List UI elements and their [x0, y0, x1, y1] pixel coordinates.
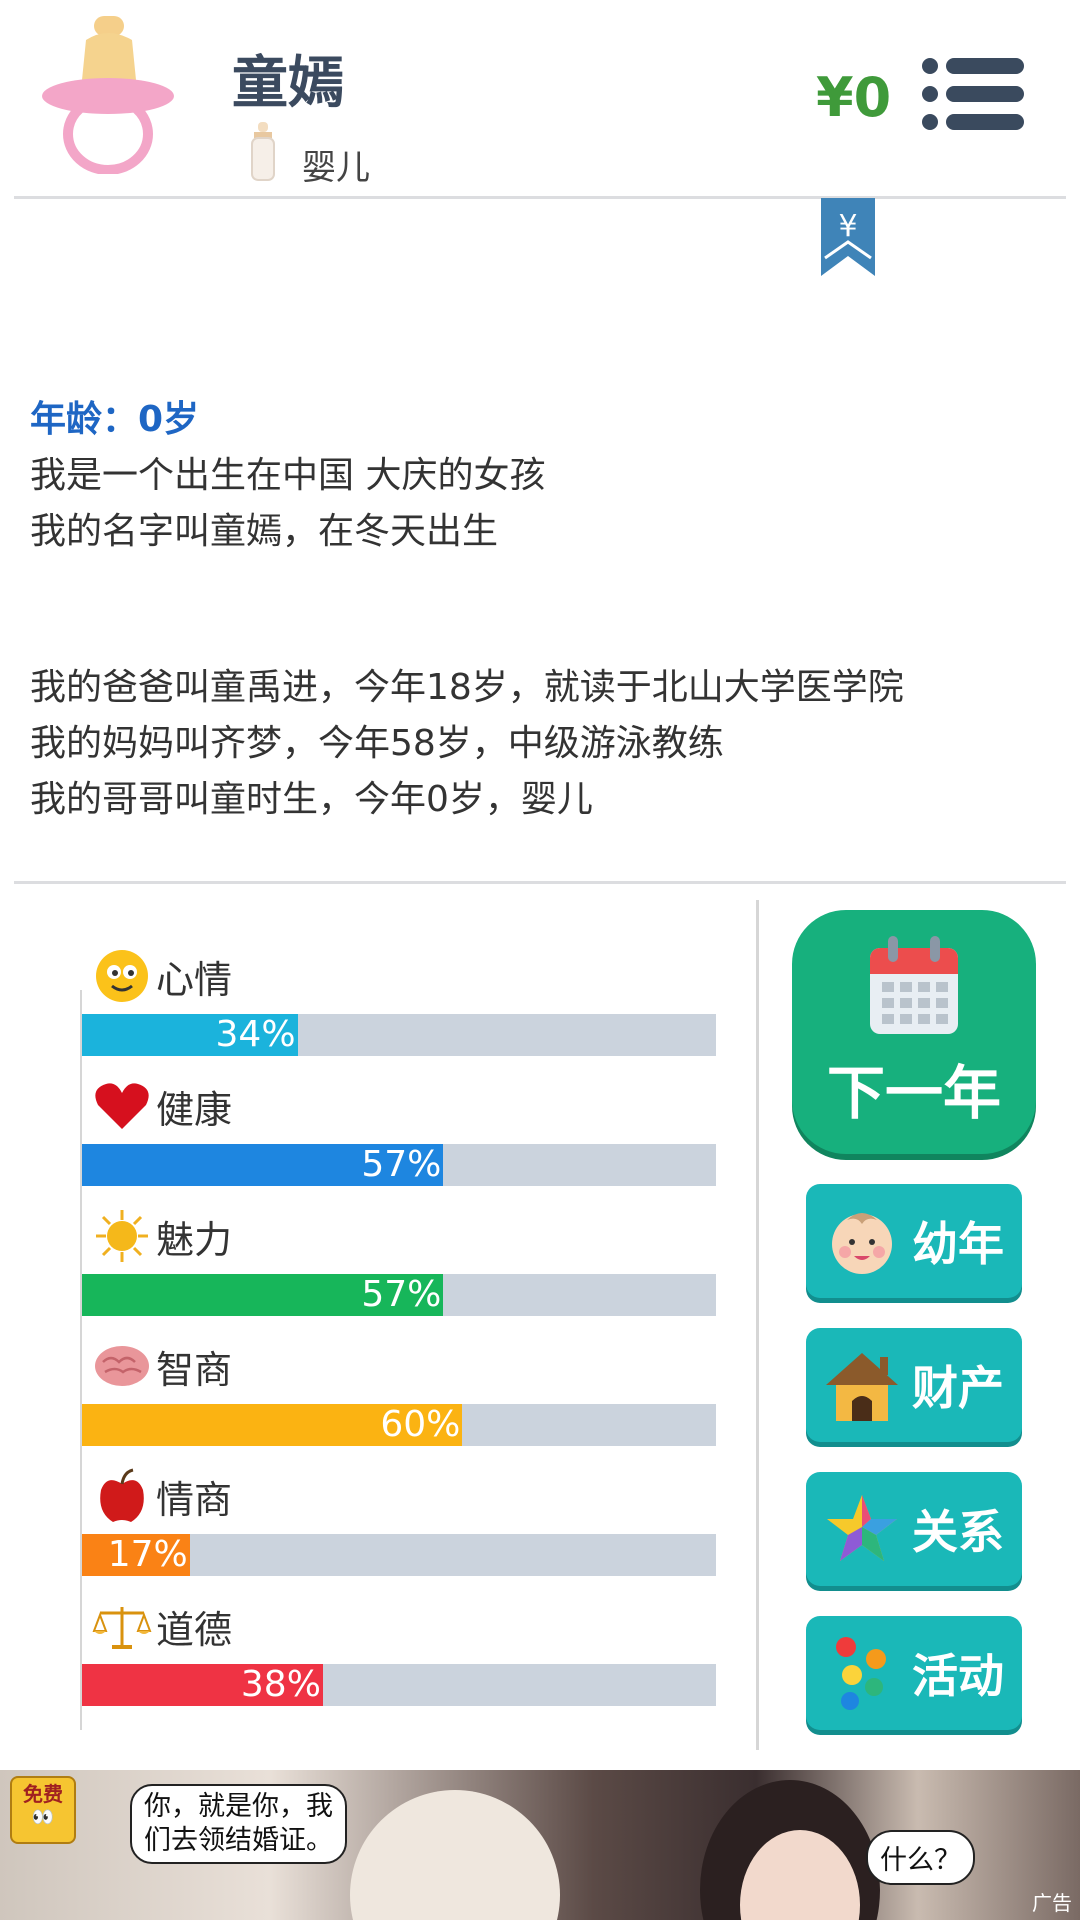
stat-row: 智商 60%: [80, 1338, 720, 1468]
star-icon: [824, 1491, 900, 1567]
stat-label: 情商: [156, 1477, 233, 1522]
smiley-icon: [92, 948, 152, 1004]
heart-icon: [92, 1078, 152, 1134]
stat-label: 健康: [156, 1087, 233, 1132]
ad-speech-bubble: 什么？: [866, 1830, 975, 1885]
stat-bar-fill: 57%: [82, 1144, 444, 1186]
childhood-label: 幼年: [912, 1217, 1004, 1271]
stat-value: 60%: [380, 1404, 461, 1445]
activities-button[interactable]: 活动: [806, 1616, 1022, 1730]
brain-icon: [92, 1338, 152, 1394]
stat-bar-track: 34%: [82, 1014, 716, 1056]
menu-list-icon[interactable]: [920, 56, 1026, 132]
property-label: 财产: [912, 1361, 1004, 1415]
story-line: 我的爸爸叫童禹进，今年18岁，就读于北山大学医学院: [30, 667, 904, 708]
svg-text:¥: ¥: [838, 209, 857, 244]
story-line: 我是一个出生在中国 大庆的女孩: [30, 455, 546, 496]
relationships-label: 关系: [912, 1505, 1004, 1559]
stat-bar-track: 38%: [82, 1664, 716, 1706]
stat-value: 57%: [361, 1144, 442, 1185]
ad-label: 广告: [1032, 1891, 1072, 1915]
calendar-icon: [868, 936, 960, 1040]
ad-speech-bubble: 你，就是你，我 们去领结婚证。: [130, 1784, 347, 1864]
activities-label: 活动: [912, 1649, 1004, 1703]
stats-panel: 心情 34% 健康 57% 魅力 57% 智商 60% 情商 17% 道德 38%: [80, 948, 720, 1728]
stat-value: 38%: [240, 1664, 321, 1705]
next-year-label: 下一年: [826, 1059, 1001, 1127]
ad-free-badge: 免费 👀: [10, 1776, 76, 1844]
ad-banner[interactable]: 免费 👀 你，就是你，我 们去领结婚证。 什么？ 广告: [0, 1770, 1080, 1920]
relationships-button[interactable]: 关系: [806, 1472, 1022, 1586]
stat-row: 道德 38%: [80, 1598, 720, 1728]
next-year-button[interactable]: 下一年: [792, 910, 1036, 1154]
money-balance: ¥0: [816, 66, 892, 129]
stat-bar-track: 17%: [82, 1534, 716, 1576]
story-divider: [14, 881, 1066, 884]
column-divider: [756, 900, 759, 1750]
stat-bar-track: 60%: [82, 1404, 716, 1446]
stat-bar-fill: 38%: [82, 1664, 323, 1706]
stat-bar-fill: 60%: [82, 1404, 463, 1446]
stat-label: 道德: [156, 1607, 233, 1652]
stat-label: 心情: [156, 957, 233, 1002]
apple-icon: [92, 1468, 152, 1524]
childhood-button[interactable]: 幼年: [806, 1184, 1022, 1298]
property-button[interactable]: 财产: [806, 1328, 1022, 1442]
avatar-pacifier-icon: [38, 14, 178, 175]
life-stage-label: 婴儿: [302, 148, 370, 188]
age-line: 年龄：0岁: [30, 399, 200, 440]
stat-row: 魅力 57%: [80, 1208, 720, 1338]
dots-icon: [824, 1635, 900, 1711]
life-story-log: 年龄：0岁 我是一个出生在中国 大庆的女孩 我的名字叫童嫣，在冬天出生 我的爸爸…: [30, 392, 1050, 828]
story-line: 我的名字叫童嫣，在冬天出生: [30, 511, 499, 552]
stat-row: 情商 17%: [80, 1468, 720, 1598]
story-line: 我的哥哥叫童时生，今年0岁，婴儿: [30, 779, 593, 820]
baby-bottle-icon: [250, 122, 276, 182]
stat-value: 17%: [107, 1534, 188, 1575]
stat-bar-track: 57%: [82, 1274, 716, 1316]
stat-bar-fill: 17%: [82, 1534, 190, 1576]
stat-row: 健康 57%: [80, 1078, 720, 1208]
stat-bar-track: 57%: [82, 1144, 716, 1186]
stat-bar-fill: 34%: [82, 1014, 298, 1056]
sun-icon: [92, 1208, 152, 1264]
stat-label: 智商: [156, 1347, 233, 1392]
scales-icon: [92, 1598, 152, 1654]
stat-label: 魅力: [156, 1217, 233, 1262]
story-line: 我的妈妈叫齐梦，今年58岁，中级游泳教练: [30, 723, 724, 764]
stat-value: 34%: [215, 1014, 296, 1055]
stat-bar-fill: 57%: [82, 1274, 444, 1316]
header-divider: [14, 196, 1066, 199]
baby-face-icon: [824, 1203, 900, 1279]
stat-row: 心情 34%: [80, 948, 720, 1078]
stat-value: 57%: [361, 1274, 442, 1315]
character-name: 童嫣: [232, 51, 344, 116]
yuan-bookmark-icon[interactable]: ¥: [821, 198, 875, 276]
house-icon: [824, 1347, 900, 1423]
